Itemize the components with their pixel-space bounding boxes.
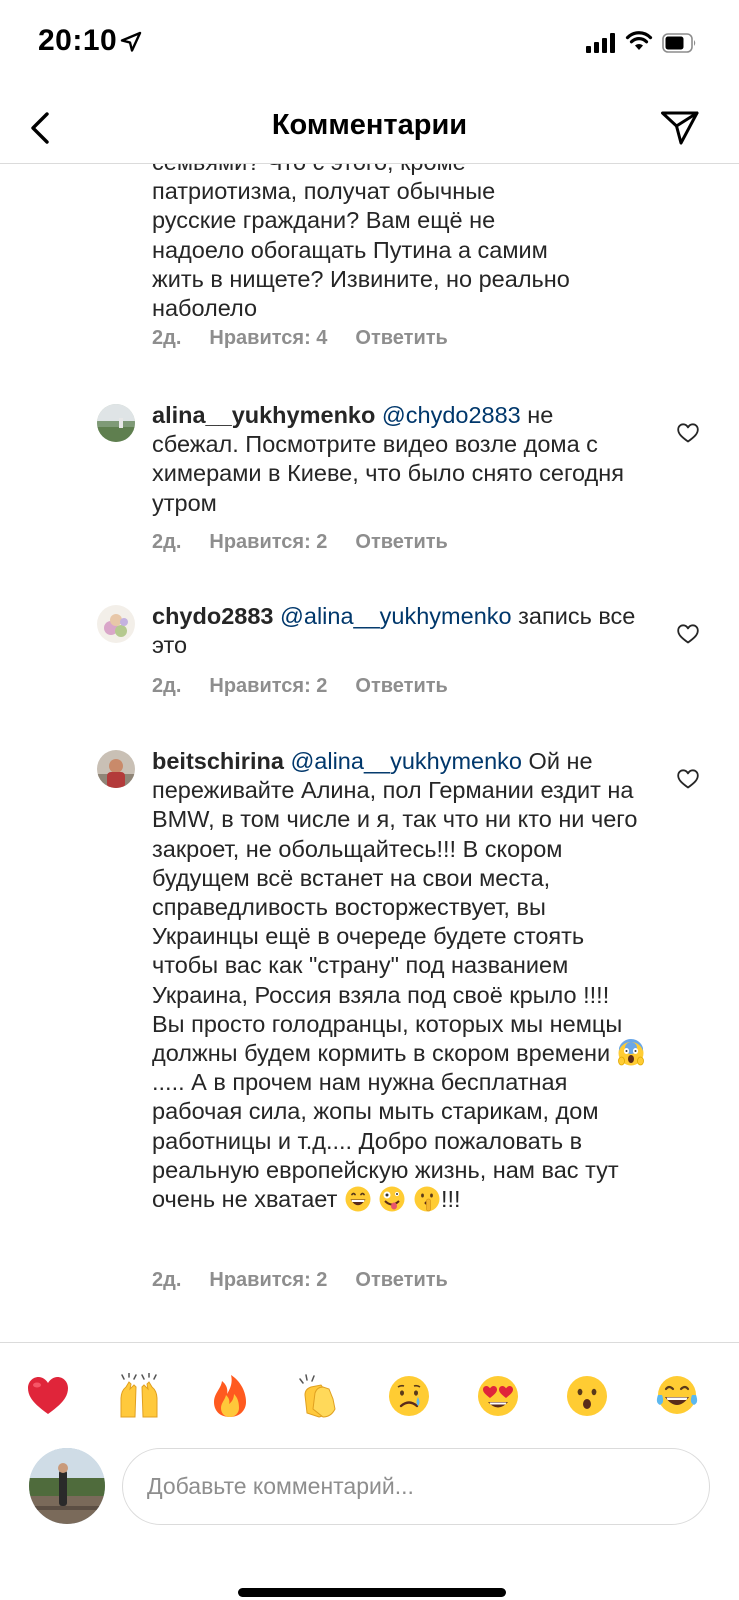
comment-username[interactable]: alina__yukhymenko [152, 402, 375, 428]
comment-line: наболело [152, 295, 258, 322]
comment-mention[interactable]: @chydo2883 [382, 402, 521, 428]
tears-of-joy-icon[interactable] [654, 1373, 700, 1419]
home-indicator [238, 1588, 506, 1597]
comment-time: 2д. [152, 675, 182, 697]
comment-text: chydo2883 @alina__yukhymenko запись все … [152, 602, 646, 660]
heart-outline-icon [677, 769, 699, 789]
status-time: 20:10 [38, 24, 118, 57]
comment-mention[interactable]: @alina__yukhymenko [290, 748, 522, 774]
comment-meta: 2д. Нравится: 2 Ответить [152, 531, 448, 554]
battery-icon [662, 33, 696, 53]
reply-button[interactable]: Ответить [355, 675, 447, 698]
heart-outline-icon [677, 624, 699, 644]
grinning-face-icon [345, 1186, 371, 1212]
comments-screen: 20:10 Комментарии патриотизма, получат о… [0, 0, 739, 1600]
page-title: Комментарии [271, 109, 468, 141]
reply-button[interactable]: Ответить [355, 531, 447, 554]
comment-meta: 2д. Нравится: 2 Ответить [152, 675, 448, 698]
comment-username[interactable]: beitschirina [152, 748, 284, 774]
location-arrow-icon [120, 31, 142, 52]
reply-button[interactable]: Ответить [355, 1269, 447, 1292]
wifi-icon [625, 31, 653, 50]
comment-item: chydo2883 @alina__yukhymenko запись все … [0, 601, 739, 721]
comment-body-part-3: !!! [440, 1186, 461, 1213]
like-button[interactable] [674, 620, 702, 648]
comment-text: alina__yukhymenko @chydo2883 не сбежал. … [152, 401, 646, 518]
surprised-face-icon[interactable] [564, 1373, 610, 1419]
crying-face-icon[interactable] [386, 1373, 432, 1419]
header-bar: Комментарии [0, 92, 739, 164]
zany-face-icon [379, 1186, 405, 1212]
comment-likes[interactable]: Нравится: 2 [209, 675, 327, 698]
face-screaming-icon [617, 1039, 644, 1066]
comment-likes[interactable]: Нравится: 2 [209, 531, 327, 554]
comment-line: русские граждани? Вам ещё не [152, 207, 496, 234]
comment-time: 2д. [152, 1269, 182, 1291]
comment-item: beitschirina @alina__yukhymenko Ой не пе… [0, 746, 739, 1306]
fire-icon[interactable] [207, 1373, 253, 1419]
reply-button[interactable]: Ответить [355, 327, 447, 350]
comment-item: alina__yukhymenko @chydo2883 не сбежал. … [0, 400, 739, 570]
heart-eyes-icon[interactable] [475, 1373, 521, 1419]
red-heart-icon[interactable] [25, 1373, 71, 1419]
like-button[interactable] [674, 765, 702, 793]
status-bar: 20:10 [0, 0, 739, 92]
clapping-hands-icon[interactable] [297, 1373, 343, 1419]
avatar[interactable] [97, 750, 135, 788]
comment-username[interactable]: chydo2883 [152, 603, 273, 629]
comment-item: семьями? Что с этого, кроме патриотизма,… [0, 164, 739, 364]
comment-body-part-1: Ой не переживайте Алина, пол Германии ез… [152, 748, 638, 1067]
avatar[interactable] [97, 605, 135, 643]
comment-meta: 2д. Нравится: 4 Ответить [152, 327, 448, 350]
like-button[interactable] [674, 419, 702, 447]
cellular-signal-icon [586, 33, 615, 53]
comment-line: жить в нищете? Извините, но реально [152, 265, 570, 292]
comment-meta: 2д. Нравится: 2 Ответить [152, 1269, 448, 1292]
quick-emoji-bar [0, 1373, 739, 1423]
comment-text: семьями? Что с этого, кроме патриотизма,… [152, 164, 646, 323]
comment-time: 2д. [152, 327, 182, 349]
comment-likes[interactable]: Нравится: 4 [209, 327, 327, 350]
comments-list[interactable]: семьями? Что с этого, кроме патриотизма,… [0, 164, 739, 1342]
comment-mention[interactable]: @alina__yukhymenko [280, 603, 512, 629]
paper-plane-icon [661, 111, 699, 145]
comment-line: семьями? Что с этого, кроме [152, 164, 646, 177]
raising-hands-icon[interactable] [116, 1373, 162, 1419]
share-button[interactable] [656, 104, 704, 152]
comment-line: патриотизма, получат обычные [152, 178, 496, 205]
avatar[interactable] [97, 404, 135, 442]
comment-likes[interactable]: Нравится: 2 [209, 1269, 327, 1292]
comment-input[interactable] [122, 1448, 710, 1525]
current-user-avatar[interactable] [29, 1448, 105, 1524]
comment-time: 2д. [152, 531, 182, 553]
comment-composer [0, 1342, 739, 1600]
shushing-face-icon [414, 1186, 440, 1212]
comment-text: beitschirina @alina__yukhymenko Ой не пе… [152, 747, 646, 1214]
comment-line: надоело обогащать Путина а самим [152, 236, 548, 263]
heart-outline-icon [677, 423, 699, 443]
